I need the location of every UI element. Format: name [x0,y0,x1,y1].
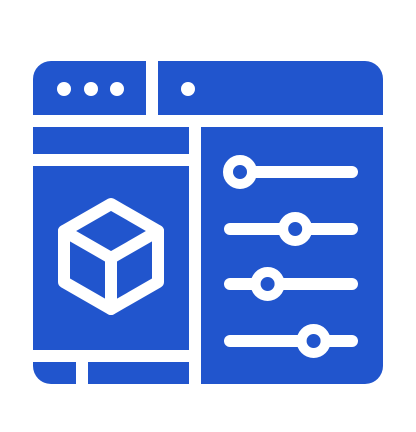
slider-knob [223,155,257,189]
window-dot-icon [110,82,124,96]
window-dot-icon [57,82,71,96]
window-dot-icon [84,82,98,96]
slider-knob [278,212,313,246]
tab-dot-icon [181,82,195,96]
3d-config-window-icon [33,61,383,384]
title-bar-tab-divider [146,61,158,115]
preview-bottom-rule [33,350,189,362]
preview-top-rule [33,154,189,166]
slider-knob [296,324,331,358]
panel-divider [189,127,201,384]
title-bar-divider [33,115,383,127]
slider-knob [250,267,285,301]
preview-bottom-tick [76,362,88,384]
